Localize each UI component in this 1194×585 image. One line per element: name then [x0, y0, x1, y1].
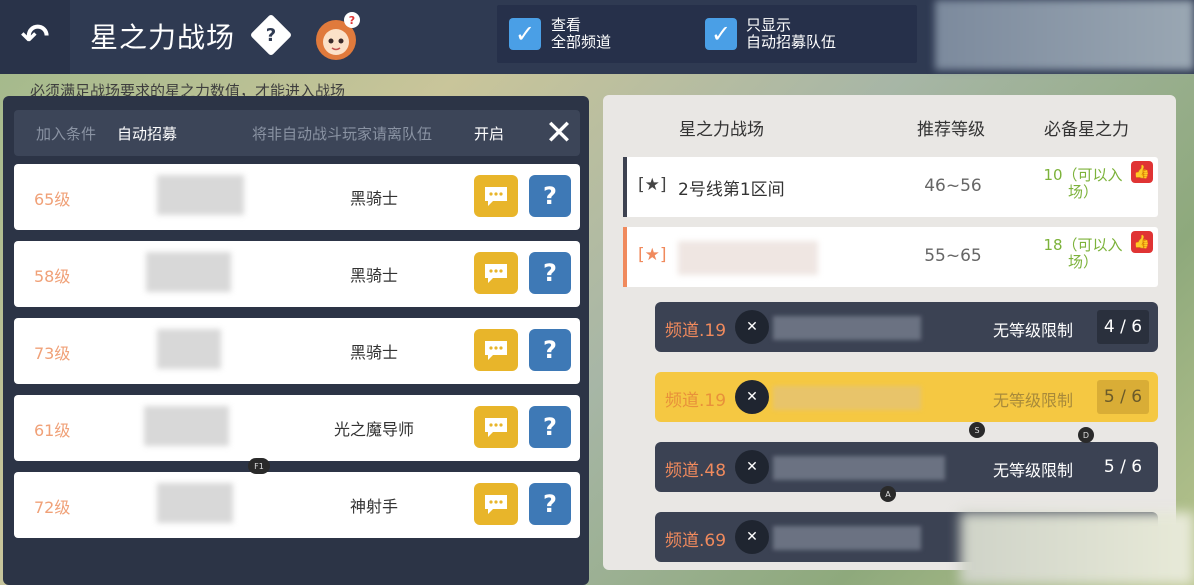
recommended-level: 46~56 — [924, 176, 982, 196]
battlefield-panel: 星之力战场 推荐等级 必备星之力 [★] 2号线第1区间 46~56 10（可以… — [603, 95, 1176, 570]
recruit-settings-bar: 加入条件 自动招募 将非自动战斗玩家请离队伍 开启 ✕ — [14, 110, 580, 156]
player-name-blurred — [157, 175, 244, 215]
top-bar: ↶ 星之力战场 ? ? ✓ 查看 全部频道 ✓ 只显示 自动招募队伍 — [0, 0, 1194, 74]
player-class: 黑骑士 — [349, 189, 398, 208]
thumbs-up-icon: 👍 — [1131, 231, 1153, 253]
player-info-button[interactable]: ? — [529, 406, 571, 448]
member-count: 5 / 6 — [1097, 380, 1149, 414]
view-all-channels-checkbox[interactable]: ✓ — [509, 18, 541, 50]
member-count: 4 / 6 — [1097, 310, 1149, 344]
player-level: 61级 — [34, 421, 71, 440]
mascot-avatar-icon: ? — [316, 12, 360, 60]
leader-avatar-icon: ✕ — [735, 450, 769, 484]
player-class: 神射手 — [349, 497, 398, 516]
leader-avatar-icon: ✕ — [735, 310, 769, 344]
player-name-blurred — [157, 483, 233, 523]
help-diamond-icon[interactable]: ? — [249, 13, 293, 57]
level-limit: 无等级限制 — [993, 461, 1074, 480]
channel-label: 频道.19 — [665, 321, 727, 341]
player-level: 72级 — [34, 498, 71, 517]
chat-button[interactable] — [474, 175, 518, 217]
channel-row[interactable]: 频道.48 ✕ 无等级限制 5 / 6 — [655, 442, 1158, 492]
channel-row[interactable]: 频道.19 ✕ 无等级限制 4 / 6 — [655, 302, 1158, 352]
player-row: 65级 黑骑士 ? — [14, 164, 580, 230]
battlefield-name-blurred — [678, 241, 818, 275]
player-info-button[interactable]: ? — [529, 329, 571, 371]
back-arrow-icon: ↶ — [20, 17, 50, 57]
leader-name-blurred — [773, 386, 921, 410]
chat-bubble-icon — [485, 264, 507, 283]
chat-button[interactable] — [474, 406, 518, 448]
level-limit: 无等级限制 — [993, 321, 1074, 340]
required-power: 10（可以入 场） — [1043, 166, 1123, 201]
filter-panel: ✓ 查看 全部频道 ✓ 只显示 自动招募队伍 — [497, 5, 917, 63]
player-row: 73级 黑骑士 ? — [14, 318, 580, 384]
chat-bubble-icon — [485, 418, 507, 437]
player-info-button[interactable]: ? — [529, 252, 571, 294]
player-row: 72级 神射手 ? — [14, 472, 580, 538]
header-battlefield: 星之力战场 — [679, 120, 764, 140]
chat-bubble-icon — [485, 187, 507, 206]
auto-recruit-only-label: 只显示 自动招募队伍 — [746, 16, 837, 51]
star-marker: [★] — [638, 245, 667, 265]
chat-button[interactable] — [474, 329, 518, 371]
a-key-marker: A — [880, 486, 896, 502]
row-accent-bar — [623, 157, 627, 217]
leader-avatar-icon: ✕ — [735, 520, 769, 554]
kick-non-auto-label: 将非自动战斗玩家请离队伍 — [252, 125, 433, 143]
blurred-region — [935, 0, 1194, 70]
channel-label: 频道.48 — [665, 461, 727, 481]
player-name-blurred — [144, 406, 229, 446]
player-level: 58级 — [34, 267, 71, 286]
channel-row-selected[interactable]: 频道.19 ✕ 无等级限制 5 / 6 — [655, 372, 1158, 422]
recommended-level: 55~65 — [924, 246, 982, 266]
back-button[interactable]: ↶ — [0, 0, 70, 74]
chat-button[interactable] — [474, 483, 518, 525]
join-condition-value[interactable]: 自动招募 — [117, 123, 177, 144]
leader-avatar-icon: ✕ — [735, 380, 769, 414]
player-name-blurred — [157, 329, 221, 369]
blurred-region — [960, 512, 1194, 585]
leader-name-blurred — [773, 526, 921, 550]
player-name-blurred — [146, 252, 231, 292]
view-all-channels-label: 查看 全部频道 — [551, 16, 612, 51]
player-info-button[interactable]: ? — [529, 175, 571, 217]
chat-button[interactable] — [474, 252, 518, 294]
required-power: 18（可以入 场） — [1043, 236, 1123, 271]
s-key-marker: S — [969, 422, 985, 438]
player-row: 58级 黑骑士 ? — [14, 241, 580, 307]
star-marker: [★] — [638, 175, 667, 195]
f1-key-marker: F1 — [248, 458, 270, 474]
member-count: 5 / 6 — [1097, 450, 1149, 484]
kick-non-auto-value[interactable]: 开启 — [474, 123, 504, 144]
thumbs-up-icon: 👍 — [1131, 161, 1153, 183]
chat-bubble-icon — [485, 341, 507, 360]
player-level: 65级 — [34, 190, 71, 209]
battlefield-row[interactable]: [★] 2号线第1区间 46~56 10（可以入 场） 👍 — [623, 157, 1158, 217]
player-class: 黑骑士 — [349, 266, 398, 285]
channel-label: 频道.69 — [665, 531, 727, 551]
player-class: 光之魔导师 — [333, 420, 414, 439]
player-level: 73级 — [34, 344, 71, 363]
row-accent-bar — [623, 227, 627, 287]
player-info-button[interactable]: ? — [529, 483, 571, 525]
battlefield-name: 2号线第1区间 — [678, 180, 785, 200]
leader-name-blurred — [773, 316, 921, 340]
header-required-power: 必备星之力 — [1044, 120, 1129, 140]
party-panel: 加入条件 自动招募 将非自动战斗玩家请离队伍 开启 ✕ 65级 黑骑士 ? 58… — [3, 96, 589, 585]
leader-name-blurred — [773, 456, 945, 480]
close-icon[interactable]: ✕ — [542, 116, 576, 150]
d-key-marker: D — [1078, 427, 1094, 443]
player-class: 黑骑士 — [349, 343, 398, 362]
page-title: 星之力战场 — [90, 21, 236, 54]
chat-bubble-icon — [485, 495, 507, 514]
join-condition-label: 加入条件 — [36, 125, 97, 143]
channel-label: 频道.19 — [665, 391, 727, 411]
auto-recruit-only-checkbox[interactable]: ✓ — [705, 18, 737, 50]
player-row: 61级 光之魔导师 ? — [14, 395, 580, 461]
svg-text:?: ? — [349, 14, 355, 27]
level-limit: 无等级限制 — [993, 391, 1074, 410]
header-recommended-level: 推荐等级 — [917, 120, 985, 140]
battlefield-row[interactable]: [★] 55~65 18（可以入 场） 👍 — [623, 227, 1158, 287]
